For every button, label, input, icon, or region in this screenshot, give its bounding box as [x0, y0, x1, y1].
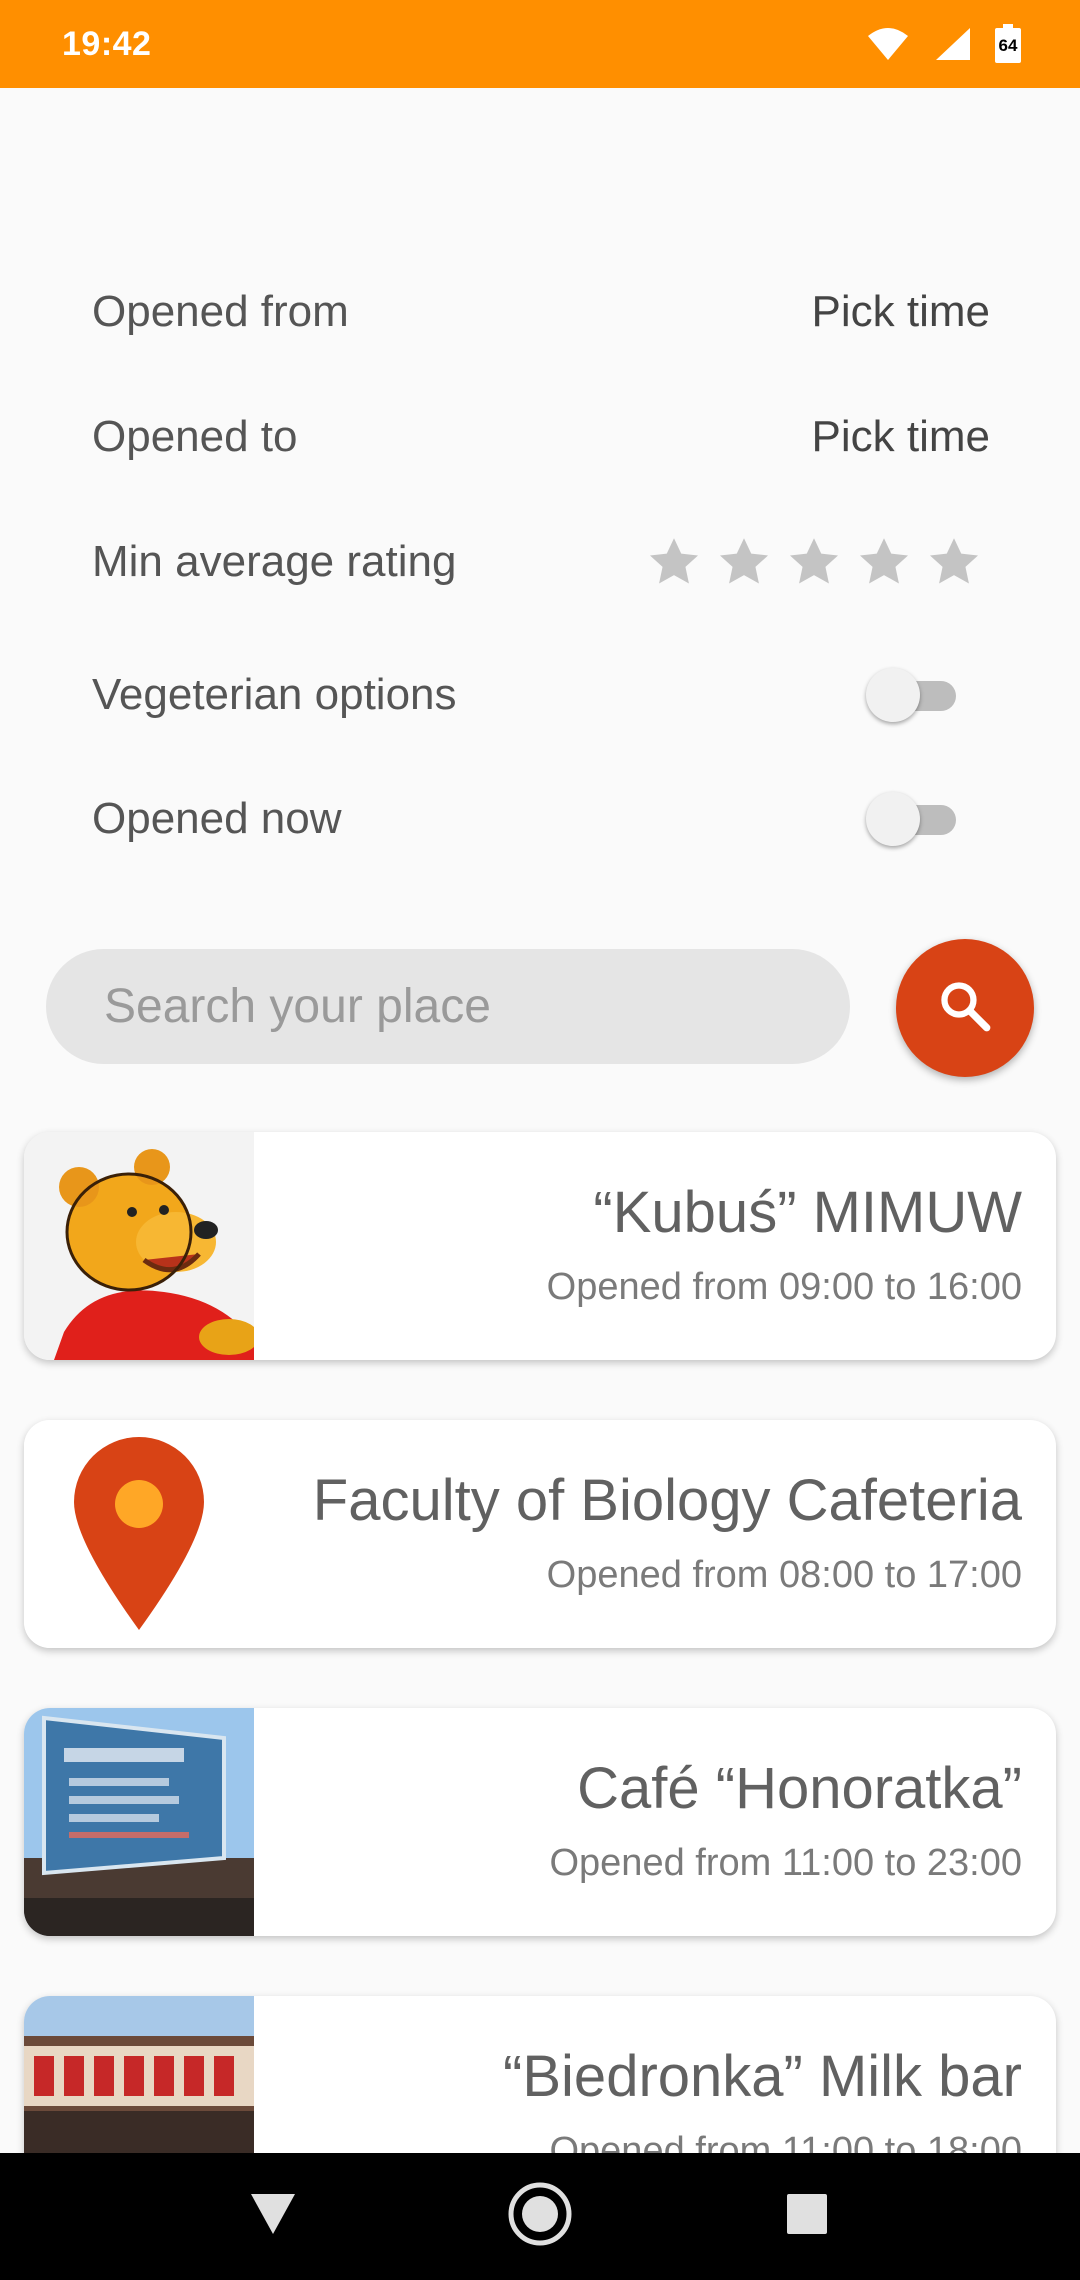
place-card-text: Faculty of Biology Cafeteria Opened from… [312, 1468, 1022, 1596]
navigation-bar [0, 2153, 1080, 2280]
search-button[interactable] [896, 939, 1034, 1077]
place-card[interactable]: “Kubuś” MIMUW Opened from 09:00 to 16:00 [24, 1132, 1056, 1360]
opened-to-row: Opened to Pick time [92, 397, 992, 477]
place-card-text: Café “Honoratka” Opened from 11:00 to 23… [549, 1756, 1022, 1884]
opened-from-pick-time-button[interactable]: Pick time [812, 287, 990, 337]
place-hours: Opened from 11:00 to 23:00 [549, 1842, 1022, 1884]
recents-icon [786, 2193, 828, 2240]
search-placeholder: Search your place [104, 980, 491, 1033]
min-rating-label: Min average rating [92, 537, 457, 586]
back-icon [249, 2192, 297, 2241]
opened-now-row: Opened now [92, 779, 992, 859]
place-hours: Opened from 08:00 to 17:00 [546, 1554, 1022, 1596]
search-input[interactable]: Search your place [46, 949, 850, 1064]
status-icons: 64 [866, 24, 1022, 64]
search-icon [936, 977, 994, 1040]
status-time: 19:42 [62, 24, 152, 63]
place-card[interactable]: Café “Honoratka” Opened from 11:00 to 23… [24, 1708, 1056, 1936]
opened-now-label: Opened now [92, 794, 342, 843]
star-icon[interactable] [786, 534, 842, 590]
recents-button[interactable] [747, 2157, 867, 2277]
place-name: “Biedronka” Milk bar [503, 2044, 1022, 2109]
opened-to-pick-time-button[interactable]: Pick time [812, 412, 990, 462]
opened-from-label: Opened from [92, 287, 349, 336]
home-icon [507, 2181, 573, 2252]
battery-level: 64 [998, 36, 1018, 55]
battery-icon: 64 [994, 24, 1022, 64]
place-name: “Kubuś” MIMUW [593, 1180, 1022, 1245]
opened-to-label: Opened to [92, 412, 298, 461]
place-name: Café “Honoratka” [577, 1756, 1022, 1821]
vegetarian-label: Vegeterian options [92, 670, 457, 719]
rating-bar[interactable] [646, 534, 982, 590]
place-card-text: “Kubuś” MIMUW Opened from 09:00 to 16:00 [546, 1180, 1022, 1308]
place-card[interactable]: Faculty of Biology Cafeteria Opened from… [24, 1420, 1056, 1648]
place-hours: Opened from 11:00 to 18:00 [549, 2130, 1022, 2153]
min-rating-row: Min average rating [92, 522, 992, 602]
place-name: Faculty of Biology Cafeteria [312, 1468, 1022, 1533]
back-button[interactable] [213, 2157, 333, 2277]
opened-now-switch[interactable] [866, 789, 958, 849]
opened-from-row: Opened from Pick time [92, 272, 992, 352]
star-icon[interactable] [716, 534, 772, 590]
winnie-the-pooh-image [24, 1132, 254, 1360]
place-card-text: “Biedronka” Milk bar Opened from 11:00 t… [503, 2044, 1022, 2154]
switch-thumb [866, 792, 920, 846]
switch-thumb [866, 668, 920, 722]
vegetarian-switch[interactable] [866, 665, 958, 725]
cafe-sign-photo [24, 1708, 254, 1936]
milk-bar-building-photo [24, 1996, 254, 2153]
place-hours: Opened from 09:00 to 16:00 [546, 1266, 1022, 1308]
home-button[interactable] [480, 2157, 600, 2277]
star-icon[interactable] [646, 534, 702, 590]
wifi-icon [866, 26, 910, 62]
places-list[interactable]: “Kubuś” MIMUW Opened from 09:00 to 16:00… [0, 1110, 1080, 2153]
signal-icon [932, 26, 972, 62]
vegetarian-row: Vegeterian options [92, 655, 992, 735]
star-icon[interactable] [856, 534, 912, 590]
map-pin-icon [24, 1420, 254, 1648]
status-bar: 19:42 64 [0, 0, 1080, 88]
place-card[interactable]: “Biedronka” Milk bar Opened from 11:00 t… [24, 1996, 1056, 2153]
star-icon[interactable] [926, 534, 982, 590]
